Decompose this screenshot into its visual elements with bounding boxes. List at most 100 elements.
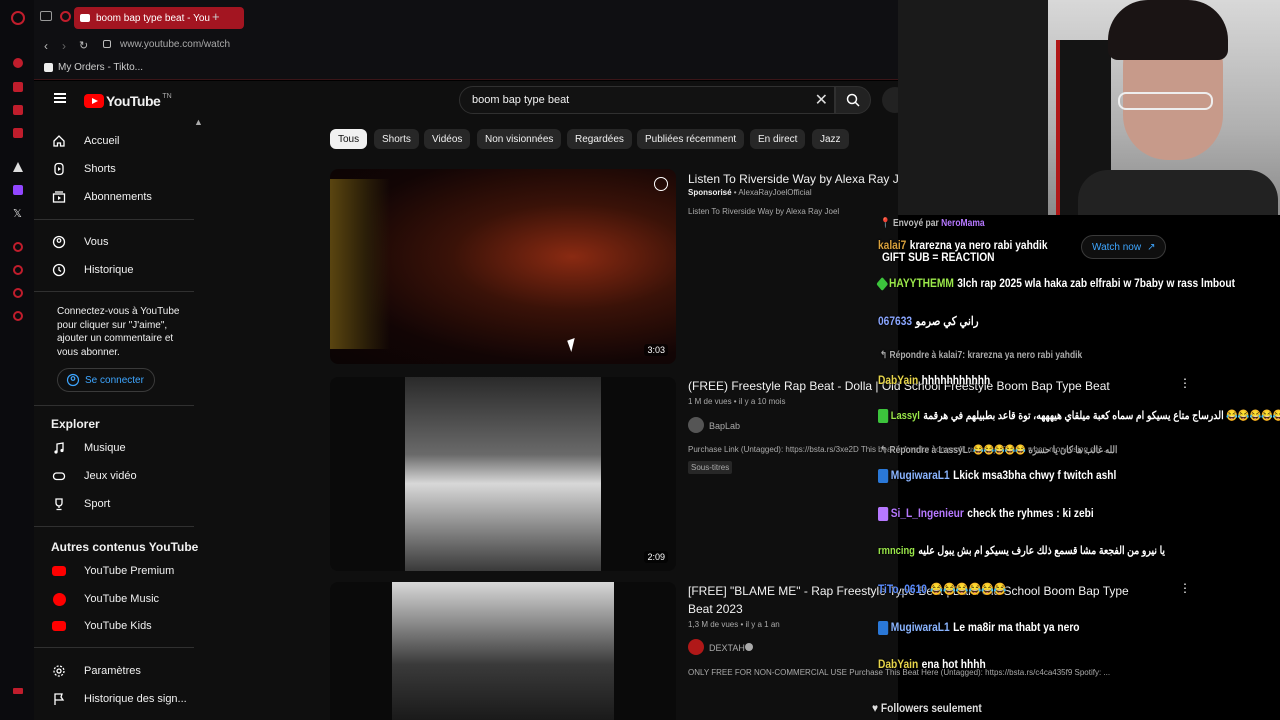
user-icon [50,233,68,251]
whatsapp-icon[interactable] [13,128,23,138]
settings-icon[interactable] [13,311,23,321]
heart-icon: ♥ [872,701,879,715]
streamer-glasses [1118,92,1213,110]
video-title-line2[interactable]: Beat 2023 [688,602,743,616]
chip-publiees-recemment[interactable]: Publiées récemment [637,129,745,149]
search-button[interactable] [835,86,871,114]
bookmark-item[interactable]: My Orders - Tikto... [58,62,143,73]
player-icon[interactable] [13,242,23,252]
channel-avatar[interactable] [688,639,704,655]
video-thumbnail[interactable]: 2:09 [330,377,676,571]
chat-reply-context: ↰ Répondre à kalai7: krarezna ya nero ra… [880,350,1083,361]
chat-text: Lkick msa3bha chwy f twitch ashl [953,468,1117,482]
chip-regardees[interactable]: Regardées [567,129,632,149]
sidebar-item-parametres[interactable]: Paramètres [50,661,141,681]
extensions-icon[interactable] [13,288,23,298]
account-circle-icon [66,373,80,387]
video-title[interactable]: Listen To Riverside Way by Alexa Ray J [688,172,899,186]
back-icon[interactable]: ‹ [44,39,48,53]
url-field[interactable]: www.youtube.com/watch [120,39,230,50]
sidebar-item-accueil[interactable]: Accueil [50,131,119,151]
subscriptions-icon [50,188,68,206]
reply-text: Répondre à LassyL: 😂😂😂😂😂 الله غالب ها كا… [889,445,1118,456]
sidebar-item-label: Abonnements [84,191,152,203]
watch-now-link[interactable]: Watch now ↗ [1081,235,1167,259]
chat-text: يا نيرو من الفجعة مشا قسمع ذلك عارف يسيك… [918,545,1166,557]
youtube-music-icon [50,590,68,608]
tab-islands-icon[interactable] [60,11,71,22]
search-box[interactable]: boom bap type beat ✕ [459,86,835,114]
sidebar-item-label: Accueil [84,135,120,147]
lock-icon [103,40,111,48]
more-options-icon[interactable]: ⋮ [1179,376,1191,390]
sidebar-scroll-up-icon[interactable]: ▲ [194,117,203,127]
opera-logo-icon[interactable] [11,11,25,25]
messenger-icon[interactable] [13,82,23,92]
forward-icon[interactable]: › [62,39,66,53]
chip-non-visionnees[interactable]: Non visionnées [477,129,562,149]
signin-button[interactable]: Se connecter [57,368,155,392]
gear-icon [50,662,68,680]
music-icon [50,439,68,457]
sidebar-divider [34,526,194,527]
video-thumbnail[interactable] [330,582,676,720]
chat-message: rmncing يا نيرو من الفجعة مشا قسمع ذلك عا… [878,544,1165,557]
search-input[interactable]: boom bap type beat [472,94,569,106]
chat-username: Si_L_Ingenieur [890,506,964,520]
sidebar-item-historique-signalements[interactable]: Historique des sign... [50,689,187,709]
chat-message: MugiwaraL1 Le ma8ir ma thabt ya nero [878,620,1080,635]
arc-icon[interactable] [13,162,23,172]
thumbnail-image [392,582,614,720]
sidebar-item-jeux-video[interactable]: Jeux vidéo [50,466,137,486]
sidebar-item-sport[interactable]: Sport [50,494,110,514]
sidebar-item-youtube-premium[interactable]: YouTube Premium [50,561,174,581]
video-thumbnail[interactable]: 3:03 [330,169,676,364]
chip-videos[interactable]: Vidéos [424,129,471,149]
clear-search-icon[interactable]: ✕ [815,90,828,110]
menu-icon[interactable] [54,93,66,103]
chip-tous[interactable]: Tous [330,129,368,149]
chat-message: Si_L_Ingenieur check the ryhmes : ki zebi [878,506,1094,521]
watch-now-label: Watch now [1092,241,1142,253]
chat-username: TiTo_0610 [878,582,927,596]
youtube-kids-icon [50,617,68,635]
instagram-icon[interactable] [13,105,23,115]
sidebar-item-shorts[interactable]: Shorts [50,159,116,179]
chip-shorts[interactable]: Shorts [374,129,419,149]
trophy-icon [50,495,68,513]
more-options-icon[interactable]: ⋮ [1179,581,1191,595]
clock-icon[interactable] [13,265,23,275]
chip-en-direct[interactable]: En direct [750,129,806,149]
streamer-shirt [1078,170,1278,215]
aria-icon[interactable] [13,58,23,68]
sponsored-label: Sponsorisé [688,188,732,197]
video-duration: 3:03 [644,344,668,356]
home-icon [50,132,68,150]
channel-name[interactable]: AlexaRayJoelOfficial [738,188,811,197]
sidebar-item-abonnements[interactable]: Abonnements [50,187,152,207]
sidebar-divider [34,405,194,406]
chat-username: MugiwaraL1 [890,468,950,482]
chat-username: HAYYTHEMM [889,276,954,290]
chat-text: راني كي صرمو [915,314,979,328]
x-icon[interactable]: 𝕏 [13,207,22,220]
twitch-icon[interactable] [13,185,23,195]
sidebar-item-musique[interactable]: Musique [50,438,126,458]
reload-icon[interactable]: ↻ [79,39,88,52]
channel-name[interactable]: BapLab [709,421,740,431]
channel-name[interactable]: DEXTAH [709,643,745,653]
address-bar: ‹ › ↻ www.youtube.com/watch [34,34,898,58]
sidebar-item-historique[interactable]: Historique [50,260,134,280]
youtube-logo[interactable]: YouTube TN [84,93,172,109]
youtube-play-icon [84,94,104,108]
youtube-page: YouTube TN boom bap type beat ✕ ▲ Accuei… [34,81,1191,720]
sidebar-item-youtube-kids[interactable]: YouTube Kids [50,616,152,636]
watch-later-icon[interactable] [654,177,668,191]
chip-jazz[interactable]: Jazz [812,129,849,149]
sidebar-item-vous[interactable]: Vous [50,232,108,252]
new-tab-button[interactable]: + [212,9,220,24]
workspaces-icon[interactable] [40,11,52,21]
channel-avatar[interactable] [688,417,704,433]
flag-icon [50,690,68,708]
sidebar-item-youtube-music[interactable]: YouTube Music [50,589,159,609]
